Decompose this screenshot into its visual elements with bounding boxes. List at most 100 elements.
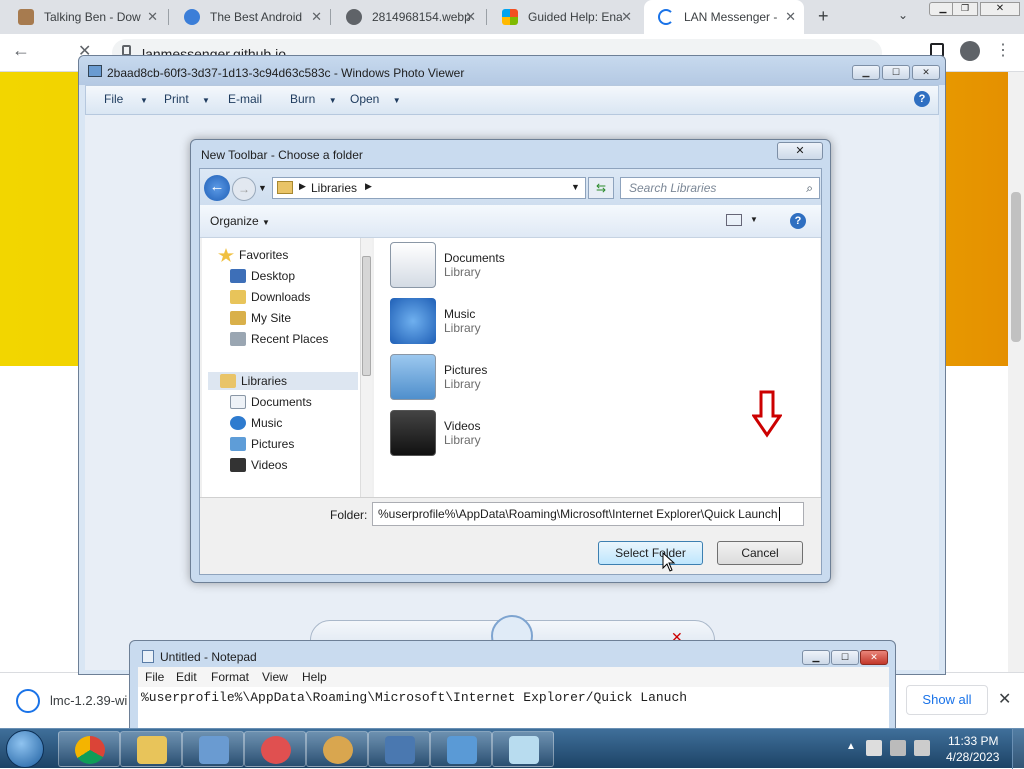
menu-file[interactable]: File: [145, 670, 164, 684]
help-icon[interactable]: ?: [914, 91, 930, 107]
menu-help[interactable]: Help: [302, 670, 327, 684]
menu-format[interactable]: Format: [211, 670, 249, 684]
menu-print[interactable]: Print ▼: [164, 92, 210, 106]
address-dropdown-icon[interactable]: ▼: [571, 182, 580, 192]
volume-muted-icon[interactable]: [914, 740, 930, 756]
library-documents[interactable]: Documents Library: [390, 240, 505, 290]
back-arrow-icon[interactable]: ←: [12, 40, 30, 61]
documents-icon: [230, 395, 246, 409]
folder-input-value: %userprofile%\AppData\Roaming\Microsoft\…: [378, 507, 778, 521]
tab-search-chevron-icon[interactable]: ⌄: [898, 8, 908, 22]
search-placeholder: Search Libraries: [629, 181, 717, 195]
help-icon[interactable]: ?: [790, 213, 806, 229]
folder-input[interactable]: %userprofile%\AppData\Roaming\Microsoft\…: [372, 502, 804, 526]
taskbar-snipping-tool[interactable]: [244, 731, 306, 767]
menu-open[interactable]: Open ▼: [350, 92, 401, 106]
back-arrow-icon[interactable]: ←: [204, 175, 230, 201]
close-download-bar-icon[interactable]: ✕: [998, 689, 1011, 709]
maximize-icon[interactable]: ☐: [882, 65, 910, 80]
view-options-icon[interactable]: [726, 214, 742, 226]
close-tab-icon[interactable]: ✕: [465, 9, 476, 25]
show-hidden-icons-icon[interactable]: ▲: [846, 741, 856, 752]
menu-edit[interactable]: Edit: [176, 670, 197, 684]
tab-webp-image[interactable]: 2814968154.webp ✕: [332, 0, 484, 34]
window-restore-icon[interactable]: ❐: [952, 2, 978, 16]
close-icon[interactable]: ✕: [912, 65, 940, 80]
navigation-scrollbar[interactable]: [360, 238, 372, 497]
nav-desktop[interactable]: Desktop: [230, 267, 295, 285]
taskbar-explorer[interactable]: [120, 731, 182, 767]
forward-arrow-icon[interactable]: →: [232, 177, 256, 201]
nav-favorites[interactable]: Favorites: [218, 246, 288, 264]
taskbar-chrome[interactable]: [58, 731, 120, 767]
refresh-icon[interactable]: ⇆: [588, 177, 614, 199]
tab-label: 2814968154.webp: [372, 10, 471, 24]
nav-lib-music[interactable]: Music: [230, 414, 282, 432]
menu-email[interactable]: E-mail: [228, 92, 262, 106]
taskbar-control-panel[interactable]: [182, 731, 244, 767]
red-annotation-arrow-icon: [752, 390, 782, 438]
maximize-icon[interactable]: ☐: [831, 650, 859, 665]
nav-lib-videos[interactable]: Videos: [230, 456, 287, 474]
scrollbar-thumb[interactable]: [362, 256, 371, 376]
recent-pages-chevron-icon[interactable]: ▼: [258, 183, 267, 193]
dialog-close-icon[interactable]: ✕: [777, 142, 823, 160]
action-center-icon[interactable]: [866, 740, 882, 756]
new-tab-plus-icon[interactable]: +: [818, 6, 829, 27]
menu-burn[interactable]: Burn ▼: [290, 92, 337, 106]
control-panel-icon: [199, 736, 229, 764]
nav-recent-places[interactable]: Recent Places: [230, 330, 328, 348]
close-tab-icon[interactable]: ✕: [311, 9, 322, 25]
menu-kebab-icon[interactable]: ⋮: [995, 40, 1011, 60]
clock-date[interactable]: 4/28/2023: [946, 750, 999, 764]
nav-lib-pictures[interactable]: Pictures: [230, 435, 294, 453]
breadcrumb-chevron-icon[interactable]: ▶: [365, 181, 372, 192]
close-tab-icon[interactable]: ✕: [621, 9, 632, 25]
show-all-button[interactable]: Show all: [906, 685, 988, 715]
download-filename[interactable]: lmc-1.2.39-wi: [50, 693, 127, 708]
organize-button[interactable]: Organize ▼: [210, 214, 270, 228]
window-close-icon[interactable]: ✕: [980, 2, 1020, 16]
close-tab-icon[interactable]: ✕: [147, 9, 158, 25]
nav-downloads[interactable]: Downloads: [230, 288, 310, 306]
tab-guided-help[interactable]: Guided Help: Ena ✕: [488, 0, 640, 34]
folder-label: Folder:: [330, 508, 368, 522]
taskbar-photo-viewer[interactable]: [430, 731, 492, 767]
search-input[interactable]: Search Libraries ⌕: [620, 177, 820, 199]
library-pictures[interactable]: Pictures Library: [390, 352, 487, 402]
tab-best-android[interactable]: The Best Android ✕: [170, 0, 330, 34]
breadcrumb-libraries[interactable]: Libraries: [311, 181, 357, 195]
tab-lan-messenger[interactable]: LAN Messenger - ✕: [644, 0, 804, 34]
taskbar-paint[interactable]: [306, 731, 368, 767]
close-tab-icon[interactable]: ✕: [785, 9, 796, 25]
mouse-cursor-icon: [662, 552, 676, 572]
nav-my-site[interactable]: My Site: [230, 309, 291, 327]
close-icon[interactable]: ✕: [860, 650, 888, 665]
cancel-button[interactable]: Cancel: [717, 541, 803, 565]
library-videos[interactable]: Videos Library: [390, 408, 481, 458]
network-icon[interactable]: [890, 740, 906, 756]
taskbar-keyboard[interactable]: [368, 731, 430, 767]
tab-label: The Best Android: [210, 10, 303, 24]
notepad-icon: [509, 736, 539, 764]
minimize-icon[interactable]: ▁: [802, 650, 830, 665]
breadcrumb-chevron-icon[interactable]: ▶: [299, 181, 306, 192]
tab-talking-ben[interactable]: Talking Ben - Dow ✕: [4, 0, 166, 34]
clock-time[interactable]: 11:33 PM: [948, 734, 998, 748]
nav-libraries[interactable]: Libraries: [208, 372, 358, 390]
view-dropdown-icon[interactable]: ▼: [750, 215, 758, 224]
menu-file[interactable]: File ▼: [104, 92, 148, 106]
menu-view[interactable]: View: [262, 670, 288, 684]
nav-lib-documents[interactable]: Documents: [230, 393, 312, 411]
microsoft-favicon-icon: [502, 9, 518, 25]
library-music[interactable]: Music Library: [390, 296, 481, 346]
scrollbar-thumb[interactable]: [1011, 192, 1021, 342]
show-desktop-button[interactable]: [1012, 729, 1024, 769]
address-breadcrumb[interactable]: ▶ Libraries ▶ ▼: [272, 177, 586, 199]
select-folder-button[interactable]: Select Folder: [598, 541, 703, 565]
page-scrollbar[interactable]: [1008, 72, 1024, 672]
profile-avatar-icon[interactable]: [960, 41, 980, 61]
minimize-icon[interactable]: ▁: [852, 65, 880, 80]
taskbar-notepad[interactable]: [492, 731, 554, 767]
start-button-icon[interactable]: [6, 730, 44, 768]
